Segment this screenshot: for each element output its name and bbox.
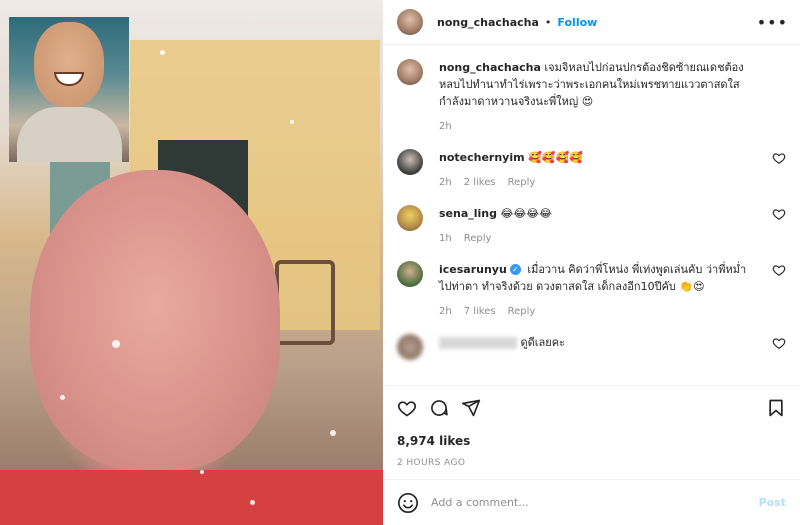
add-comment-bar: Post [383, 479, 800, 525]
comment-icon[interactable] [429, 398, 449, 418]
username-link[interactable]: nong_chachacha [437, 16, 539, 29]
post-details: nong_chachacha • Follow ••• nong_chachac… [383, 0, 800, 525]
blurred-username [439, 337, 517, 349]
avatar[interactable] [397, 261, 423, 287]
more-options-icon[interactable]: ••• [757, 13, 788, 32]
comment-time: 2h [439, 306, 452, 317]
avatar[interactable] [397, 205, 423, 231]
verified-badge-icon: ✓ [509, 264, 521, 275]
comment-item: sena_ling 😂😂😂😂 1h Reply [397, 205, 786, 247]
avatar[interactable] [397, 59, 423, 85]
bookmark-icon[interactable] [766, 398, 786, 418]
heart-icon[interactable] [772, 151, 786, 165]
comment-username[interactable]: notechernyim [439, 151, 525, 164]
heart-icon[interactable] [397, 398, 417, 418]
post-photo[interactable] [0, 0, 383, 525]
comment-likes[interactable]: 7 likes [464, 303, 496, 320]
comment-likes[interactable]: 2 likes [464, 174, 496, 191]
emoji-icon[interactable] [397, 492, 419, 514]
comment-time: 1h [439, 233, 452, 244]
post-header: nong_chachacha • Follow ••• [383, 0, 800, 45]
caption-time: 2h [439, 121, 452, 132]
avatar[interactable] [397, 334, 423, 360]
comment-item: notechernyim 🥰🥰🥰🥰 2h 2 likes Reply [397, 149, 786, 191]
reply-button[interactable]: Reply [508, 174, 536, 191]
comment-username[interactable]: sena_ling [439, 207, 497, 220]
separator-dot: • [544, 15, 552, 29]
comment-text: ดูดีเลยคะ [520, 336, 566, 349]
comment-text: 🥰🥰🥰🥰 [528, 151, 583, 164]
selfie-face [30, 170, 280, 470]
comments-list[interactable]: nong_chachacha เจมจิหลบไปก่อนปกรต้องชิดซ… [383, 45, 800, 385]
comment-time: 2h [439, 177, 452, 188]
comment-input[interactable] [431, 496, 759, 509]
post-actions: 8,974 likes 2 HOURS AGO Post [383, 385, 800, 525]
heart-icon[interactable] [772, 263, 786, 277]
post-timestamp[interactable]: 2 HOURS AGO [397, 458, 786, 468]
caption: nong_chachacha เจมจิหลบไปก่อนปกรต้องชิดซ… [397, 59, 786, 135]
comment-username[interactable]: icesarunyu [439, 263, 507, 276]
video-call-inset [9, 17, 129, 162]
heart-icon[interactable] [772, 207, 786, 221]
send-icon[interactable] [461, 398, 481, 418]
caption-username[interactable]: nong_chachacha [439, 61, 541, 74]
comment-text: 😂😂😂😂 [500, 207, 552, 220]
reply-button[interactable]: Reply [508, 303, 536, 320]
heart-icon[interactable] [772, 336, 786, 350]
post-viewer: nong_chachacha • Follow ••• nong_chachac… [0, 0, 800, 525]
avatar[interactable] [397, 149, 423, 175]
avatar[interactable] [397, 9, 423, 35]
post-button[interactable]: Post [759, 496, 786, 509]
comment-item: icesarunyu ✓ เมื่อวาน คิดว่าพี่โหน่ง พี่เ… [397, 261, 786, 320]
reply-button[interactable]: Reply [464, 230, 492, 247]
comment-item: ดูดีเลยคะ [397, 334, 786, 360]
follow-button[interactable]: Follow [557, 16, 597, 29]
likes-count[interactable]: 8,974 likes [397, 434, 786, 448]
